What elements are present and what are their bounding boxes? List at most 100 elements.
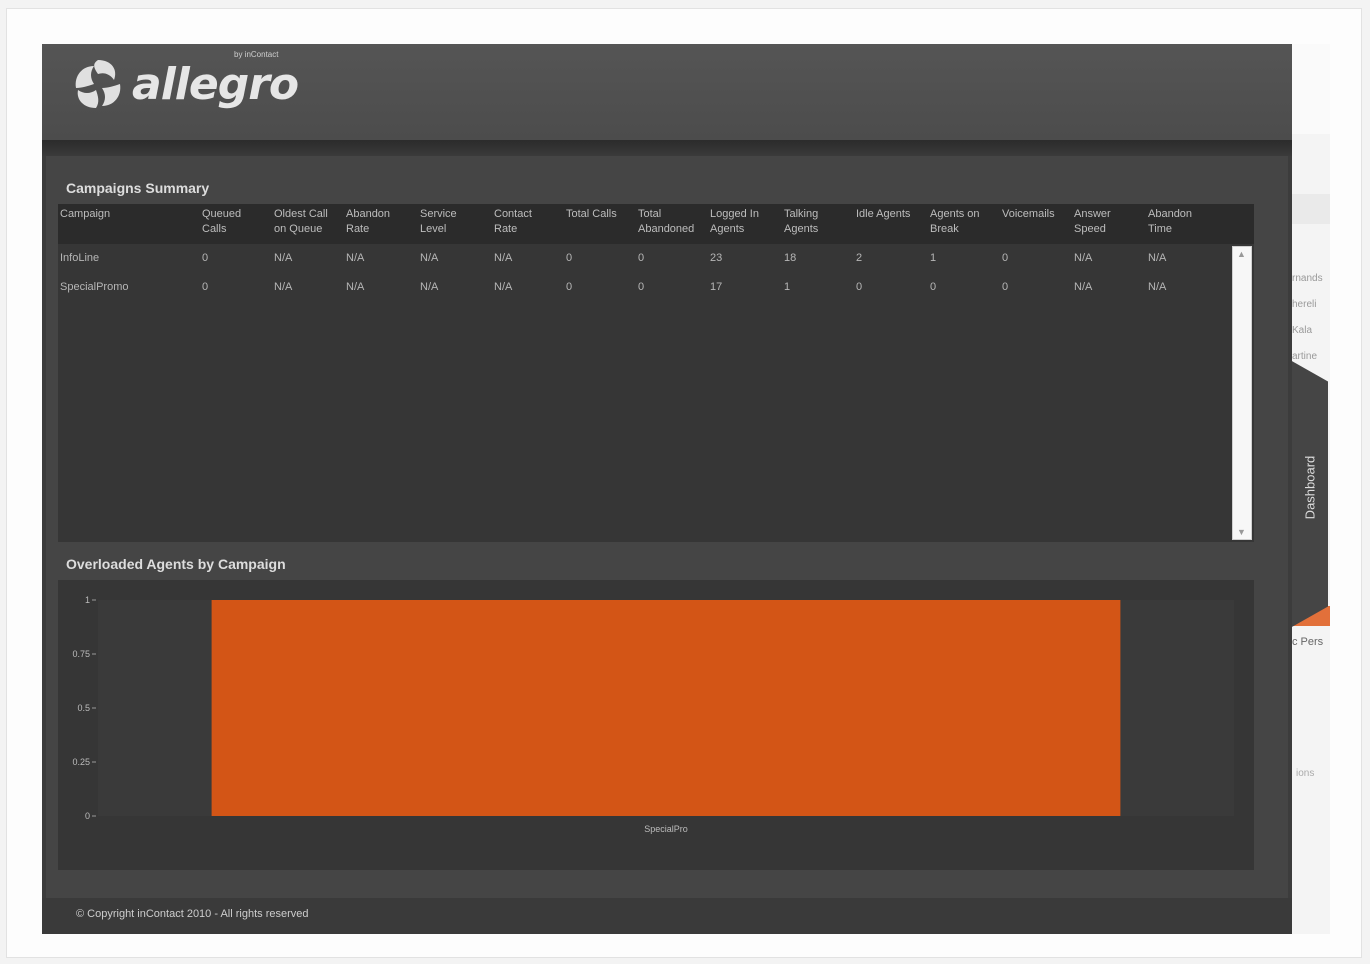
y-tick-label: 0.75 xyxy=(72,649,90,659)
table-cell: N/A xyxy=(274,252,293,264)
app-header: allegro by inContact xyxy=(42,44,1292,140)
table-cell: 23 xyxy=(710,252,723,264)
table-cell: 1 xyxy=(784,281,791,293)
table-cell: 0 xyxy=(1002,281,1009,293)
scroll-down-icon[interactable]: ▼ xyxy=(1237,527,1246,537)
column-header-line: on Queue xyxy=(274,223,323,235)
column-header[interactable]: Service Level xyxy=(420,207,490,237)
column-header[interactable]: Abandon Time xyxy=(1148,207,1218,237)
table-cell: 0 xyxy=(202,252,209,264)
table-cell: N/A xyxy=(420,252,439,264)
column-header-line: Rate xyxy=(494,223,518,235)
column-header-line: Voicemails xyxy=(1002,208,1055,220)
overloaded-agents-title: Overloaded Agents by Campaign xyxy=(66,556,286,572)
table-cell: N/A xyxy=(346,281,365,293)
table-cell: 18 xyxy=(784,252,797,264)
overloaded-agents-chart: 0 0.25 0.5 0.75 1 SpecialPro xyxy=(58,580,1254,870)
column-header-line: Oldest Call xyxy=(274,208,328,220)
table-cell: 0 xyxy=(202,281,209,293)
table-cell: 0 xyxy=(930,281,937,293)
campaigns-summary-title: Campaigns Summary xyxy=(66,180,210,196)
background-word: ions xyxy=(1296,768,1315,779)
copyright-text: © Copyright inContact 2010 - All rights … xyxy=(76,908,309,920)
table-cell: N/A xyxy=(1148,281,1167,293)
column-header[interactable]: Talking Agents xyxy=(784,207,854,237)
table-cell: N/A xyxy=(1148,252,1167,264)
bar-chart: 0 0.25 0.5 0.75 1 SpecialPro xyxy=(72,595,1234,834)
background-name: rnands xyxy=(1292,273,1323,284)
column-header-line: Speed xyxy=(1074,223,1106,235)
table-cell: N/A xyxy=(420,281,439,293)
table-scrollbar[interactable]: ▲ ▼ xyxy=(1232,246,1252,540)
y-tick-label: 0.25 xyxy=(72,757,90,767)
column-header-line: Service xyxy=(420,208,457,220)
table-cell: 0 xyxy=(638,281,645,293)
column-header-line: Calls xyxy=(202,223,227,235)
column-header[interactable]: Agents on Break xyxy=(930,207,1000,237)
y-tick-label: 0.5 xyxy=(77,703,90,713)
table-cell: 17 xyxy=(710,281,723,293)
table-row[interactable]: SpecialPromo 0 N/A N/A N/A N/A 0 0 17 1 0 0 0 N/A N/A xyxy=(58,275,1232,303)
column-header-line: Abandon xyxy=(346,208,391,220)
column-header-line: Rate xyxy=(346,223,370,235)
column-header-line: Time xyxy=(1148,223,1173,235)
table-cell: N/A xyxy=(494,252,513,264)
column-header-line: Agents xyxy=(710,223,745,235)
dashboard-content: Campaigns Summary Campaign Queued Calls Old… xyxy=(46,156,1288,898)
table-row[interactable]: InfoLine 0 N/A N/A N/A N/A 0 0 23 18 2 1 0 N/A N/A xyxy=(58,246,1232,274)
y-tick-label: 0 xyxy=(85,811,90,821)
column-header-line: Talking xyxy=(784,208,819,220)
column-header[interactable]: Idle Agents xyxy=(856,207,926,222)
campaign-name-cell: SpecialPromo xyxy=(60,281,129,293)
column-header-line: Contact xyxy=(494,208,532,220)
campaigns-summary-table: Campaign Queued Calls Oldest Call on Queue Ab… xyxy=(58,204,1254,542)
dashboard-window: allegro by inContact Campaigns Summary C… xyxy=(42,44,1292,934)
column-header[interactable]: Campaign xyxy=(60,207,130,222)
background-name: Kala xyxy=(1292,325,1313,336)
logo-tagline: by inContact xyxy=(234,50,279,59)
app-footer: © Copyright inContact 2010 - All rights … xyxy=(42,898,1292,934)
campaign-name-cell: InfoLine xyxy=(60,252,100,264)
column-header-line: Campaign xyxy=(60,208,111,220)
column-header-line: Logged In xyxy=(710,208,759,220)
column-header[interactable]: Abandon Rate xyxy=(346,207,416,237)
column-header[interactable]: Voicemails xyxy=(1002,207,1072,222)
logo-wordmark: allegro xyxy=(132,58,299,110)
table-cell: 0 xyxy=(566,281,573,293)
table-cell: 2 xyxy=(856,252,863,264)
column-header-line: Answer xyxy=(1074,208,1111,220)
table-cell: 0 xyxy=(856,281,863,293)
column-header[interactable]: Oldest Call on Queue xyxy=(274,207,344,237)
column-header-line: Agents xyxy=(784,223,819,235)
column-header[interactable]: Total Abandoned xyxy=(638,207,708,237)
column-header-line: Abandon xyxy=(1148,208,1193,220)
background-word: c Pers xyxy=(1292,636,1324,648)
allegro-logo-icon xyxy=(75,60,121,108)
table-cell: 0 xyxy=(638,252,645,264)
table-header: Campaign Queued Calls Oldest Call on Queue Ab… xyxy=(58,204,1254,244)
header-divider xyxy=(42,140,1292,156)
table-cell: 0 xyxy=(566,252,573,264)
background-name: hereli xyxy=(1292,299,1317,310)
x-category-label: SpecialPro xyxy=(644,824,688,834)
column-header-line: Queued xyxy=(202,208,242,220)
column-header[interactable]: Total Calls xyxy=(566,207,636,222)
table-cell: N/A xyxy=(346,252,365,264)
table-cell: 0 xyxy=(1002,252,1009,264)
allegro-logo: allegro xyxy=(68,54,299,114)
column-header-line: Abandoned xyxy=(638,223,695,235)
column-header[interactable]: Contact Rate xyxy=(494,207,564,237)
column-header[interactable]: Answer Speed xyxy=(1074,207,1144,237)
column-header-line: Total xyxy=(638,208,662,220)
scroll-up-icon[interactable]: ▲ xyxy=(1237,249,1246,259)
column-header[interactable]: Queued Calls xyxy=(202,207,272,237)
column-header-line: Idle Agents xyxy=(856,208,911,220)
y-tick-label: 1 xyxy=(85,595,90,605)
column-header-line: Break xyxy=(930,223,959,235)
table-cell: N/A xyxy=(494,281,513,293)
column-header-line: Level xyxy=(420,223,447,235)
dashboard-tab-label[interactable]: Dashboard xyxy=(1303,438,1318,538)
chart-bar[interactable] xyxy=(211,600,1121,816)
column-header[interactable]: Logged In Agents xyxy=(710,207,780,237)
table-cell: N/A xyxy=(1074,252,1093,264)
